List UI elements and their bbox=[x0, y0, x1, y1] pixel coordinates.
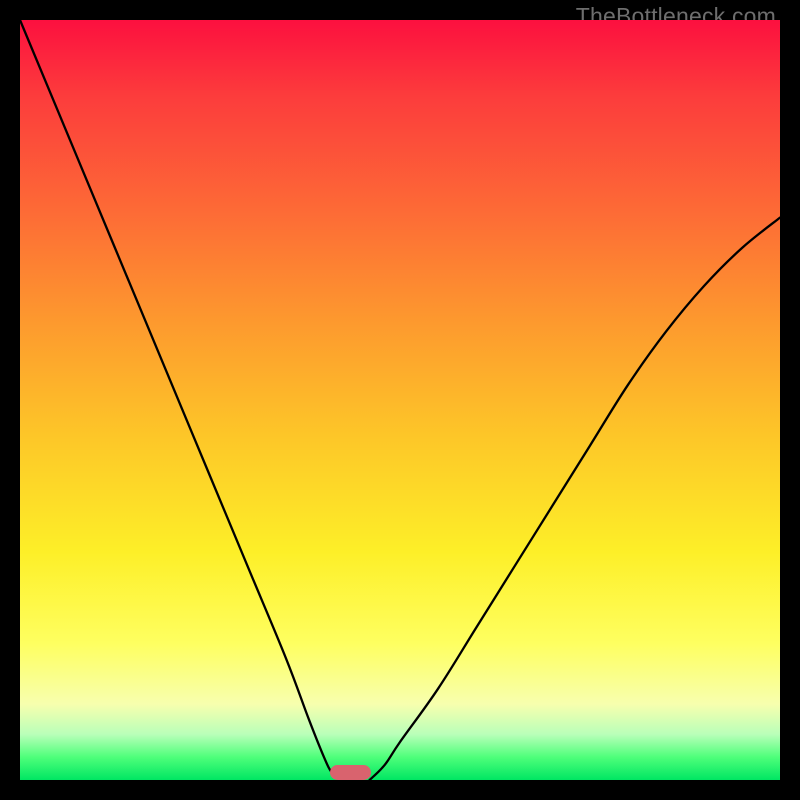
bottleneck-curve bbox=[20, 20, 780, 780]
chart-frame bbox=[20, 20, 780, 780]
curve-left-branch bbox=[20, 20, 339, 780]
minimum-marker bbox=[330, 765, 372, 780]
curve-right-branch bbox=[370, 218, 780, 780]
